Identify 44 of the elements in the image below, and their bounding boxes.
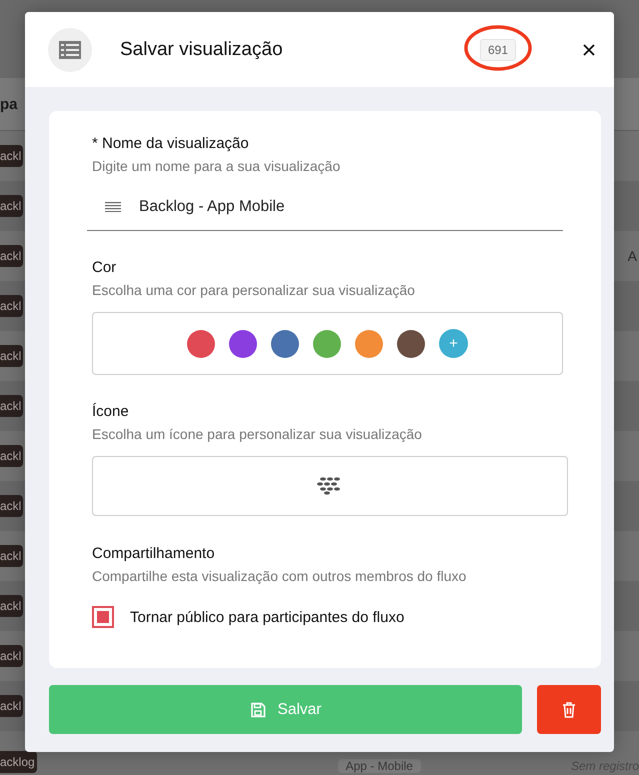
checkbox-label: Tornar público para participantes do fluxo <box>130 608 404 626</box>
tag: ackl <box>0 595 24 617</box>
public-checkbox[interactable] <box>92 606 114 628</box>
field-label: Ícone <box>92 403 130 420</box>
field-label: * Nome da visualização <box>92 135 250 152</box>
dots-icon <box>317 477 343 495</box>
color-swatch[interactable] <box>229 330 257 358</box>
field-label: Cor <box>92 259 118 276</box>
tag: ackl <box>0 245 24 267</box>
tag: ackl <box>0 445 24 467</box>
field-hint: Escolha uma cor para personalizar sua visualização <box>92 282 416 298</box>
tag: ackl <box>0 545 24 567</box>
field-hint: Compartilhe esta visualização com outros membros do fluxo <box>92 568 468 584</box>
color-swatch[interactable] <box>355 330 383 358</box>
trash-icon <box>562 702 576 718</box>
color-swatch[interactable] <box>187 330 215 358</box>
column-header: pa <box>0 96 18 112</box>
tag: ackl <box>0 695 24 717</box>
name-field[interactable]: Backlog - App Mobile <box>139 198 563 216</box>
color-swatch[interactable] <box>313 330 341 358</box>
delete-button[interactable] <box>537 685 601 734</box>
field-label: Compartilhamento <box>92 545 216 562</box>
count-badge: 691 <box>480 38 516 60</box>
color-swatch[interactable] <box>397 330 425 358</box>
add-color-button[interactable]: + <box>439 329 468 358</box>
field-hint: Escolha um ícone para personalizar sua visualização <box>92 426 423 442</box>
color-swatch[interactable] <box>271 330 299 358</box>
tag: acklog <box>0 751 37 773</box>
chip: App - Mobile <box>338 759 421 773</box>
tag: ackl <box>0 345 24 367</box>
modal-title: Salvar visualização <box>120 38 284 60</box>
tag: ackl <box>0 195 24 217</box>
field-hint: Digite um nome para a sua visualização <box>92 158 342 174</box>
tag: ackl <box>0 395 24 417</box>
close-button[interactable] <box>582 42 596 56</box>
save-button[interactable]: Salvar <box>49 685 522 734</box>
list-icon <box>48 28 92 72</box>
tag: ackl <box>0 145 24 167</box>
lines-icon <box>105 202 121 212</box>
cell-text: A <box>628 248 638 264</box>
tag: ackl <box>0 495 24 517</box>
floppy-icon <box>250 702 266 718</box>
tag: ackl <box>0 295 24 317</box>
tag: ackl <box>0 645 24 667</box>
